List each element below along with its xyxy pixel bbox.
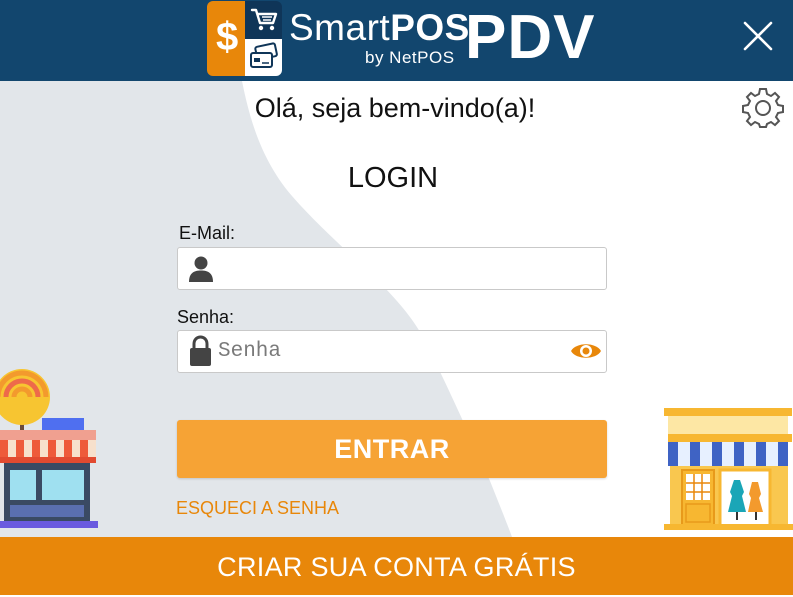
password-input[interactable] xyxy=(218,333,558,369)
login-button[interactable]: ENTRAR xyxy=(177,420,607,478)
logo-tile: $ xyxy=(207,1,282,76)
email-label: E-Mail: xyxy=(179,223,236,243)
close-icon[interactable] xyxy=(740,18,776,54)
email-field-box xyxy=(177,247,607,290)
user-icon xyxy=(189,256,213,282)
cards-icon xyxy=(250,42,278,68)
cart-icon xyxy=(250,8,278,31)
smartpos-logo: $ SmartPOS by NetPOS PDV xyxy=(207,1,594,77)
welcome-message: Olá, seja bem-vindo(a)! xyxy=(254,93,536,123)
clothing-shop-illustration xyxy=(664,408,793,530)
lock-icon xyxy=(190,335,211,366)
create-account-button[interactable]: CRIAR SUA CONTA GRÁTIS xyxy=(0,537,793,595)
forgot-password-link[interactable]: ESQUECI A SENHA xyxy=(176,498,339,519)
brand-pdv: PDV xyxy=(465,3,596,72)
dollar-icon: $ xyxy=(216,15,239,59)
login-title: LOGIN xyxy=(347,162,439,194)
email-input[interactable] xyxy=(218,250,558,286)
brand-name: SmartPOS xyxy=(289,7,470,48)
brand-byline: by NetPOS xyxy=(365,48,455,67)
password-field-box xyxy=(177,330,607,373)
password-label: Senha: xyxy=(177,307,235,327)
gear-icon[interactable] xyxy=(742,86,784,128)
candy-shop-illustration xyxy=(0,369,98,528)
eye-icon[interactable] xyxy=(570,336,602,366)
app-header: $ SmartPOS by NetPOS PDV xyxy=(0,0,793,81)
